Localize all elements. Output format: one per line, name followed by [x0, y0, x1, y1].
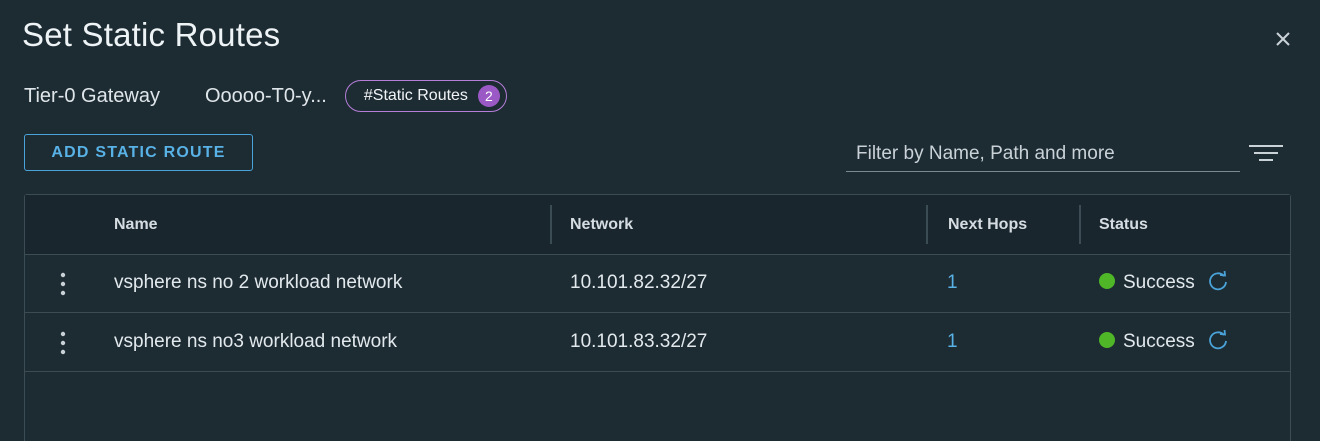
- column-divider[interactable]: [1079, 205, 1081, 244]
- route-next-hops-link[interactable]: 1: [947, 254, 958, 312]
- column-header-network[interactable]: Network: [570, 195, 633, 254]
- filter-input[interactable]: [846, 136, 1240, 172]
- success-dot-icon: [1099, 272, 1115, 289]
- dialog-title: Set Static Routes: [22, 16, 281, 53]
- table-row: vsphere ns no3 workload network 10.101.8…: [25, 313, 1290, 372]
- success-dot-icon: [1099, 331, 1115, 348]
- add-static-route-button[interactable]: ADD STATIC ROUTE: [24, 134, 253, 171]
- kebab-menu-icon[interactable]: [53, 271, 73, 297]
- column-divider[interactable]: [926, 205, 928, 244]
- gateway-label: Tier-0 Gateway: [24, 84, 160, 107]
- refresh-icon[interactable]: [1207, 270, 1229, 292]
- route-next-hops-link[interactable]: 1: [947, 313, 958, 371]
- route-network: 10.101.83.32/27: [570, 331, 708, 352]
- static-routes-label: #Static Routes: [363, 87, 468, 104]
- set-static-routes-dialog: Set Static Routes Tier-0 Gateway Ooooo-T…: [0, 0, 1320, 441]
- route-status: Success: [1099, 254, 1229, 312]
- grid-header: Name Network Next Hops Status: [25, 195, 1290, 255]
- static-routes-count-pill[interactable]: #Static Routes 2: [344, 80, 507, 112]
- route-status: Success: [1099, 313, 1229, 371]
- column-header-next-hops[interactable]: Next Hops: [948, 195, 1027, 254]
- table-row: vsphere ns no 2 workload network 10.101.…: [25, 254, 1290, 313]
- route-network: 10.101.82.32/27: [570, 272, 708, 293]
- route-name: vsphere ns no3 workload network: [114, 331, 398, 352]
- close-icon[interactable]: [1272, 28, 1294, 50]
- status-text: Success: [1123, 331, 1195, 352]
- refresh-icon[interactable]: [1207, 329, 1229, 351]
- column-header-status[interactable]: Status: [1099, 195, 1148, 254]
- column-divider[interactable]: [550, 205, 552, 244]
- static-routes-count-badge: 2: [477, 85, 500, 107]
- column-header-name[interactable]: Name: [114, 195, 158, 254]
- gateway-info: Tier-0 Gateway Ooooo-T0-y... #Static Rou…: [24, 80, 507, 112]
- kebab-menu-icon[interactable]: [53, 330, 73, 356]
- route-name: vsphere ns no 2 workload network: [114, 272, 403, 293]
- gateway-name: Ooooo-T0-y...: [204, 84, 327, 107]
- status-text: Success: [1123, 272, 1195, 293]
- filter-lines-icon[interactable]: [1248, 142, 1284, 164]
- static-routes-grid: Name Network Next Hops Status vsphere ns…: [24, 194, 1291, 441]
